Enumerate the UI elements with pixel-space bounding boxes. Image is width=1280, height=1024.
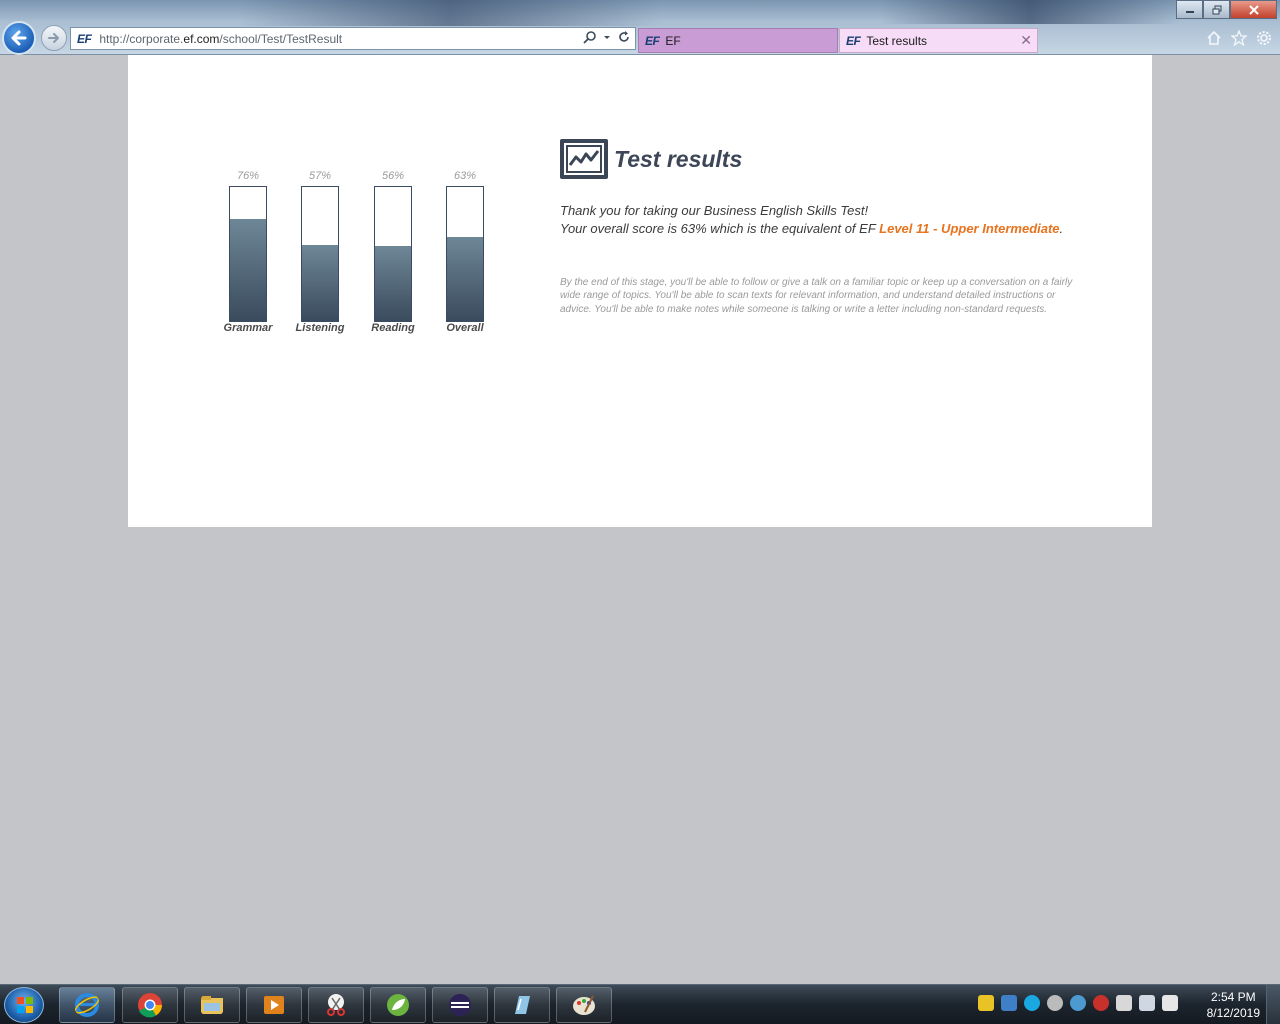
taskbar-internet-explorer[interactable]	[59, 987, 115, 1023]
folder-icon	[201, 996, 223, 1014]
taskbar-paint[interactable]	[556, 987, 612, 1023]
bar-frame	[301, 186, 339, 322]
window-controls	[1176, 0, 1277, 19]
bar-category-label: Grammar	[223, 322, 273, 334]
score-summary: Thank you for taking our Business Englis…	[560, 202, 1080, 238]
media-player-icon	[264, 996, 284, 1014]
clock-date: 8/12/2019	[1206, 1006, 1260, 1020]
network-manager-icon[interactable]	[1001, 995, 1017, 1011]
taskbar-notepad[interactable]	[494, 987, 550, 1023]
windows-logo-icon	[17, 997, 33, 1013]
sync-icon[interactable]	[1047, 995, 1063, 1011]
scissors-icon	[327, 994, 345, 1016]
minimize-icon	[1185, 10, 1194, 13]
level-label: Level 11 - Upper Intermediate	[879, 221, 1060, 236]
paint-palette-icon	[573, 995, 595, 1015]
home-icon[interactable]	[1206, 30, 1222, 46]
dropdown-arrow-icon[interactable]	[603, 30, 611, 44]
restore-icon	[1212, 5, 1221, 14]
score-chart: 76% Grammar 57% Listening 56% Reading 63% Overa…	[218, 165, 498, 345]
site-favicon: EF	[77, 31, 92, 46]
title-bar-background-right	[880, 0, 1180, 24]
taskbar-file-explorer[interactable]	[184, 987, 240, 1023]
bar-category-label: Reading	[371, 322, 415, 334]
system-tray	[978, 995, 1178, 1011]
globe-icon[interactable]	[1070, 995, 1086, 1011]
show-desktop-button[interactable]	[1266, 985, 1280, 1024]
taskbar-spring-tool[interactable]	[370, 987, 426, 1023]
shield-icon[interactable]	[978, 995, 994, 1011]
search-icon[interactable]	[583, 30, 597, 44]
restore-button[interactable]	[1203, 0, 1230, 19]
page-content: 76% Grammar 57% Listening 56% Reading 63% Overa…	[128, 55, 1152, 527]
antivirus-icon[interactable]	[1093, 995, 1109, 1011]
bar-category-label: Listening	[295, 322, 345, 334]
tab-label: EF	[665, 33, 681, 48]
taskbar: 2:54 PM 8/12/2019	[0, 984, 1280, 1024]
taskbar-eclipse[interactable]	[432, 987, 488, 1023]
tab-test-results[interactable]: EF Test results ✕	[839, 28, 1038, 53]
tab-label: Test results	[866, 33, 928, 48]
clock[interactable]: 2:54 PM 8/12/2019	[1207, 989, 1260, 1021]
bar-reading	[375, 246, 411, 321]
title-bar-background	[240, 0, 660, 26]
bar-category-label: Overall	[446, 322, 484, 334]
chart-trend-icon	[560, 139, 608, 179]
forward-button[interactable]	[41, 25, 67, 51]
eclipse-icon	[449, 994, 471, 1016]
clock-time: 2:54 PM	[1210, 990, 1256, 1004]
tab-favicon: EF	[645, 33, 660, 48]
score-line: Your overall score is 63% which is the e…	[560, 221, 1064, 236]
tab-favicon: EF	[846, 33, 861, 48]
address-bar-actions	[583, 30, 631, 44]
close-tab-icon[interactable]: ✕	[1020, 32, 1032, 49]
notepad-icon	[515, 996, 530, 1014]
bar-frame	[446, 186, 484, 322]
bar-grammar	[230, 219, 266, 321]
page-title: Test results	[614, 146, 743, 172]
bar-value-label: 56%	[381, 170, 405, 182]
bar-frame	[229, 186, 267, 322]
favorites-star-icon[interactable]	[1231, 30, 1247, 46]
start-button[interactable]	[4, 987, 44, 1023]
minimize-button[interactable]	[1176, 0, 1203, 19]
browser-chrome: EF http://corporate.ef.com/school/Test/T…	[0, 0, 1280, 55]
close-icon	[1248, 4, 1259, 15]
close-window-button[interactable]	[1230, 0, 1277, 19]
action-center-flag-icon[interactable]	[1116, 995, 1132, 1011]
bar-overall	[447, 237, 483, 321]
taskbar-snipping-tool[interactable]	[308, 987, 364, 1023]
bar-value-label: 57%	[308, 170, 332, 182]
taskbar-chrome[interactable]	[122, 987, 178, 1023]
leaf-icon	[387, 994, 409, 1016]
chrome-icon	[138, 993, 163, 1018]
forward-arrow-icon	[48, 33, 59, 43]
refresh-icon[interactable]	[617, 30, 631, 44]
bar-frame	[374, 186, 412, 322]
bar-value-label: 63%	[453, 170, 477, 182]
stage-description: By the end of this stage, you'll be able…	[560, 277, 1073, 315]
thanks-line: Thank you for taking our Business Englis…	[560, 203, 869, 218]
back-button[interactable]	[2, 21, 36, 55]
taskbar-media-player[interactable]	[246, 987, 302, 1023]
address-bar[interactable]: EF http://corporate.ef.com/school/Test/T…	[70, 27, 636, 50]
network-icon[interactable]	[1139, 995, 1155, 1011]
skype-icon[interactable]	[1024, 995, 1040, 1011]
internet-explorer-icon	[74, 993, 100, 1017]
url-text[interactable]: http://corporate.ef.com/school/Test/Test…	[99, 32, 342, 46]
tab-ef[interactable]: EF EF	[638, 28, 838, 53]
browser-toolbar	[1206, 30, 1272, 46]
bar-listening	[302, 245, 338, 321]
bar-value-label: 76%	[236, 170, 260, 182]
back-arrow-icon	[11, 30, 27, 46]
volume-icon[interactable]	[1162, 995, 1178, 1011]
gear-icon[interactable]	[1256, 30, 1272, 46]
